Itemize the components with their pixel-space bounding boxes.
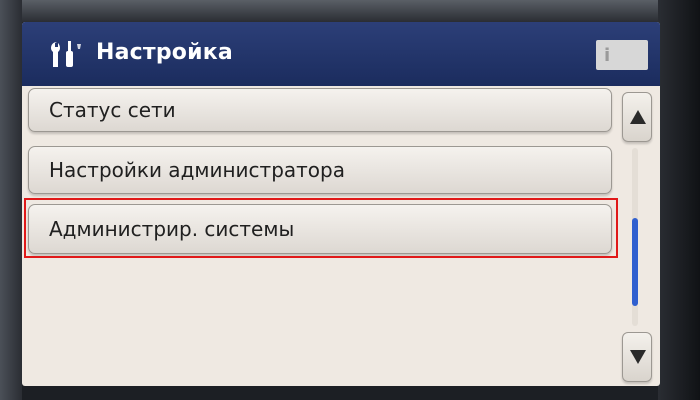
- scroll-up-button[interactable]: [622, 92, 652, 142]
- menu-item-system-administration[interactable]: Администрир. системы: [28, 204, 612, 254]
- page-title: Настройка: [96, 40, 233, 65]
- menu-item-admin-settings[interactable]: Настройки администратора: [28, 146, 612, 194]
- device-bezel-top: [0, 0, 700, 22]
- scrollbar-thumb[interactable]: [632, 218, 638, 306]
- scroll-down-button[interactable]: [622, 332, 652, 382]
- triangle-down-icon: [630, 350, 646, 364]
- tools-icon: [51, 41, 81, 67]
- device-bezel-right: [658, 0, 700, 400]
- printer-touchscreen: Настройка i Статус сети Настройки админи…: [22, 22, 660, 386]
- menu-item-network-status[interactable]: Статус сети: [28, 88, 612, 132]
- device-bezel-left: [0, 0, 22, 400]
- title-bar: Настройка i: [22, 22, 660, 86]
- info-icon: i: [604, 45, 611, 66]
- triangle-up-icon: [630, 110, 646, 124]
- info-button[interactable]: i: [596, 40, 648, 70]
